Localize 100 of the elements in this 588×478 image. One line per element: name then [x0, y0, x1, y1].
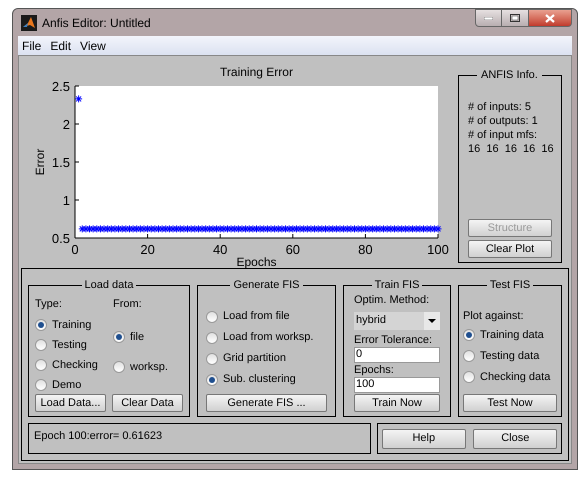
- data-point: [172, 224, 181, 233]
- radio-button[interactable]: [463, 329, 475, 341]
- radio-label: Load from worksp.: [223, 330, 314, 346]
- tolerance-field[interactable]: 0: [354, 346, 440, 362]
- data-point: [165, 224, 174, 233]
- data-point: [162, 224, 170, 233]
- tick-label: 60: [286, 242, 300, 257]
- data-point: [383, 224, 392, 233]
- data-point: [300, 224, 308, 233]
- data-point: [343, 224, 352, 233]
- button[interactable]: Test Now: [463, 394, 557, 412]
- data-point: [408, 224, 417, 233]
- button[interactable]: Close: [473, 428, 558, 448]
- button[interactable]: Train Now: [354, 394, 440, 412]
- radio-button[interactable]: [463, 371, 475, 383]
- data-point: [325, 224, 334, 233]
- plot-against-label: Plot against:: [463, 308, 525, 324]
- radio-button[interactable]: [463, 350, 475, 362]
- data-point: [144, 224, 152, 233]
- radio-button[interactable]: [206, 332, 218, 344]
- data-point: [358, 224, 366, 233]
- tick-label: 0: [71, 242, 79, 257]
- data-point: [136, 224, 144, 233]
- close-icon: [545, 14, 555, 22]
- data-point: [310, 224, 319, 233]
- epochs-label: Epochs:: [354, 364, 395, 376]
- minimize-icon: [484, 16, 493, 20]
- radio-label: Grid partition: [223, 351, 286, 366]
- menu-item[interactable]: Edit: [50, 36, 72, 54]
- maximize-button[interactable]: [502, 9, 528, 27]
- minimize-button[interactable]: [475, 9, 502, 27]
- data-point: [194, 224, 202, 233]
- epochs-field[interactable]: 100: [354, 376, 440, 392]
- menu-item[interactable]: File: [22, 36, 42, 54]
- button[interactable]: Load Data...: [35, 394, 106, 412]
- data-point: [306, 224, 315, 233]
- data-point: [296, 224, 304, 233]
- info-text: 16 16 16 16 16: [468, 142, 552, 156]
- info-text: # of outputs: 1: [468, 114, 539, 128]
- data-point: [114, 224, 123, 233]
- button[interactable]: Clear Data: [112, 394, 183, 412]
- data-point: [223, 224, 232, 233]
- radio-button[interactable]: [206, 352, 218, 364]
- data-point: [288, 224, 297, 233]
- data-point: [78, 224, 86, 233]
- app-logo-icon: [21, 14, 37, 30]
- radio-label: Checking: [52, 358, 98, 373]
- radio-label: Testing data: [480, 348, 540, 364]
- button[interactable]: Generate FIS ...: [206, 394, 327, 412]
- button[interactable]: Help: [382, 428, 466, 448]
- chart-title: Training Error: [220, 65, 293, 79]
- radio-button[interactable]: [35, 379, 47, 391]
- data-point: [230, 224, 239, 233]
- data-point: [292, 224, 300, 233]
- radio-button[interactable]: [35, 359, 47, 371]
- data-point: [361, 224, 370, 233]
- data-point: [368, 224, 377, 233]
- data-point: [92, 224, 101, 233]
- data-point: [401, 224, 410, 233]
- data-point: [208, 224, 217, 233]
- radio-button[interactable]: [206, 374, 218, 386]
- data-point: [282, 224, 290, 233]
- data-point: [100, 224, 108, 233]
- data-point: [346, 224, 355, 233]
- data-point: [118, 224, 126, 233]
- data-point: [267, 224, 276, 233]
- data-point: [184, 224, 192, 233]
- data-point: [202, 224, 210, 233]
- radio-label: Checking data: [480, 370, 550, 385]
- group-title: Test FIS: [488, 278, 532, 293]
- method-dropdown[interactable]: hybrid: [354, 312, 440, 330]
- tick-label: 2.5: [52, 79, 70, 94]
- button[interactable]: Clear Plot: [468, 240, 552, 258]
- radio-button[interactable]: [206, 310, 218, 322]
- radio-label: Testing: [52, 338, 87, 353]
- radio-label: file: [130, 330, 144, 345]
- from-label: From:: [113, 296, 143, 312]
- data-point: [365, 224, 374, 233]
- data-point: [321, 224, 330, 233]
- radio-button[interactable]: [113, 331, 125, 343]
- data-point: [274, 224, 282, 233]
- menu-item[interactable]: View: [80, 36, 106, 54]
- data-point: [190, 224, 199, 233]
- data-point: [260, 224, 268, 233]
- radio-label: Load from file: [223, 309, 290, 324]
- data-point: [187, 224, 196, 233]
- data-point: [285, 224, 294, 233]
- tick-label: 0.5: [52, 231, 70, 246]
- radio-button[interactable]: [113, 361, 125, 373]
- radio-label: worksp.: [130, 360, 168, 375]
- data-point: [419, 224, 428, 233]
- radio-button[interactable]: [35, 339, 47, 351]
- data-point: [314, 224, 322, 233]
- data-point: [140, 224, 148, 233]
- data-point: [386, 224, 395, 233]
- radio-button[interactable]: [35, 319, 47, 331]
- info-text: # of input mfs:: [468, 128, 538, 142]
- close-button[interactable]: [528, 9, 572, 27]
- method-label: Optim. Method:: [354, 294, 430, 306]
- data-point: [89, 224, 98, 233]
